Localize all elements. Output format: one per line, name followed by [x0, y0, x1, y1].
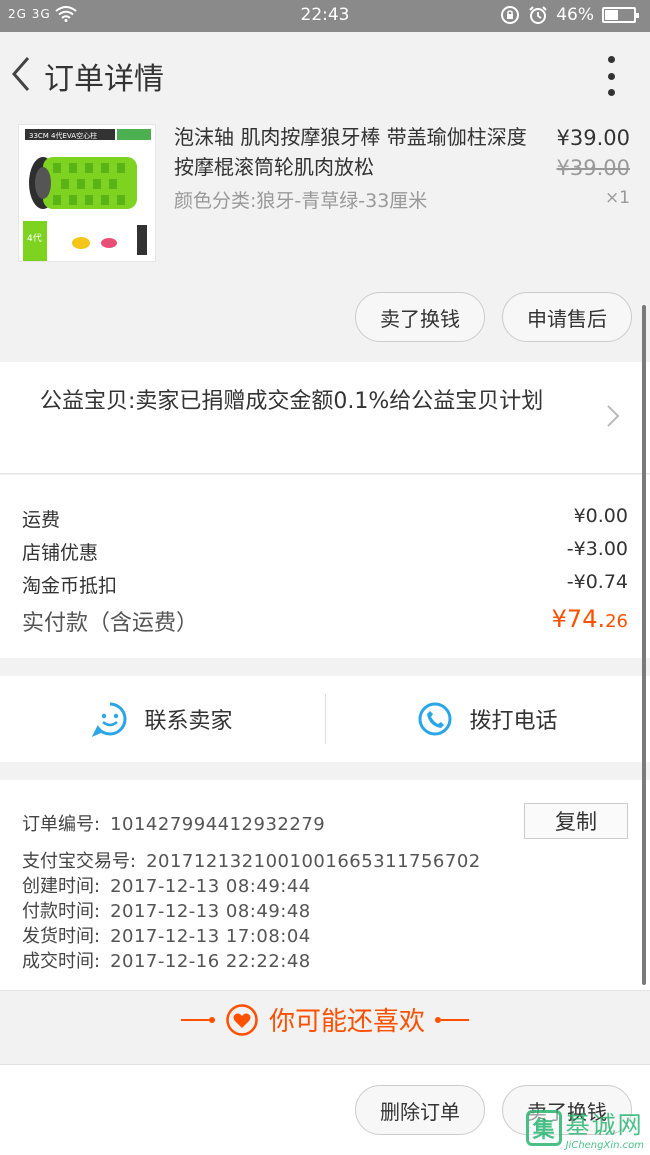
watermark-url: JiChengXin.com: [565, 1140, 644, 1151]
phone-icon: [418, 702, 452, 736]
cost-label: 淘金币抵扣: [22, 575, 118, 597]
cost-summary: 运费 ¥0.00 店铺优惠 -¥3.00 淘金币抵扣 -¥0.74 实付款（含运…: [0, 475, 650, 658]
chevron-right-icon: [607, 405, 620, 427]
cost-label: 运费: [22, 509, 61, 531]
info-row-created: 创建时间: 2017-12-13 08:49:44: [22, 876, 311, 897]
product-thumbnail[interactable]: 33CM 4代EVA空心柱 4代: [18, 124, 156, 262]
cost-value: ¥0.00: [573, 505, 628, 527]
cost-row-shipping: 运费 ¥0.00: [22, 505, 628, 532]
contact-seller-button[interactable]: 联系卖家: [0, 676, 325, 762]
call-button[interactable]: 拨打电话: [325, 676, 650, 762]
cost-value: -¥0.74: [566, 571, 628, 593]
lock-rotation-icon: [501, 6, 520, 24]
watermark-logo: 集: [525, 1110, 562, 1146]
product-quantity: ×1: [604, 188, 630, 208]
product-title[interactable]: 泡沫轴 肌肉按摩狼牙棒 带盖瑜伽柱深度按摩棍滚筒轮肌肉放松: [174, 122, 534, 182]
call-label: 拨打电话: [469, 709, 558, 734]
cost-row-coin-deduction: 淘金币抵扣 -¥0.74: [22, 571, 628, 598]
scrollbar[interactable]: [642, 305, 646, 985]
total-label: 实付款（含运费）: [22, 611, 199, 636]
charity-banner[interactable]: 公益宝贝:卖家已捐赠成交金额0.1%给公益宝贝计划: [0, 362, 650, 474]
contact-seller-label: 联系卖家: [144, 709, 233, 734]
product-spec: 颜色分类:狼牙-青草绿-33厘米: [174, 190, 428, 212]
battery-icon: [602, 7, 639, 23]
nav-bar: 订单详情: [0, 32, 650, 118]
heart-icon: [226, 1003, 258, 1036]
watermark-text: 基诚网: [565, 1111, 644, 1139]
product-card[interactable]: 33CM 4代EVA空心柱 4代 泡沫轴 肌肉按摩狼牙棒 带盖瑜伽柱深度按摩棍滚…: [0, 118, 650, 358]
more-icon[interactable]: [606, 56, 616, 96]
product-price: ¥39.00: [556, 126, 630, 150]
battery-percent: 46%: [556, 5, 594, 25]
info-row-shipped: 发货时间: 2017-12-13 17:08:04: [22, 926, 311, 947]
product-original-price: ¥39.00: [556, 156, 630, 180]
watermark: 集 基诚网 JiChengXin.com: [525, 1105, 644, 1151]
cost-row-shop-discount: 店铺优惠 -¥3.00: [22, 538, 628, 565]
contact-bar: 联系卖家 拨打电话: [0, 676, 650, 762]
cost-row-total: 实付款（含运费） ¥74.26: [22, 605, 628, 637]
battery-fill: [605, 10, 618, 20]
total-amount: ¥74.26: [551, 605, 628, 633]
info-row-order-number: 订单编号: 101427994412932279: [22, 814, 326, 835]
back-icon[interactable]: [8, 54, 36, 94]
info-row-paid: 付款时间: 2017-12-13 08:49:48: [22, 901, 311, 922]
info-row-completed: 成交时间: 2017-12-16 22:22:48: [22, 951, 311, 972]
copy-button[interactable]: 复制: [524, 803, 628, 839]
status-bar: 2G 3G 22:43 46%: [0, 0, 650, 32]
left-decoration: [180, 1016, 215, 1023]
foam-roller-image: 33CM 4代EVA空心柱 4代: [23, 129, 151, 261]
right-decoration: [435, 1016, 469, 1023]
chat-smile-icon: [92, 702, 127, 737]
cost-value: -¥3.00: [566, 538, 628, 560]
order-info: 订单编号: 101427994412932279 复制 支付宝交易号: 201712…: [0, 780, 650, 990]
page-title: 订单详情: [44, 62, 164, 97]
charity-text: 公益宝贝:卖家已捐赠成交金额0.1%给公益宝贝计划: [40, 389, 544, 414]
recommend-header: 你可能还喜欢: [0, 990, 650, 1052]
after-sale-button[interactable]: 申请售后: [502, 292, 632, 342]
delete-order-button[interactable]: 删除订单: [355, 1085, 485, 1135]
alarm-icon: [529, 6, 547, 24]
thumb-badge: 4代: [27, 233, 42, 244]
info-row-alipay-number: 支付宝交易号: 2017121321001001665311756702: [22, 851, 481, 872]
thumb-caption: 33CM 4代EVA空心柱: [29, 131, 97, 140]
cost-label: 店铺优惠: [22, 542, 99, 564]
sell-for-cash-button[interactable]: 卖了换钱: [355, 292, 485, 342]
recommend-label: 你可能还喜欢: [268, 1007, 425, 1037]
